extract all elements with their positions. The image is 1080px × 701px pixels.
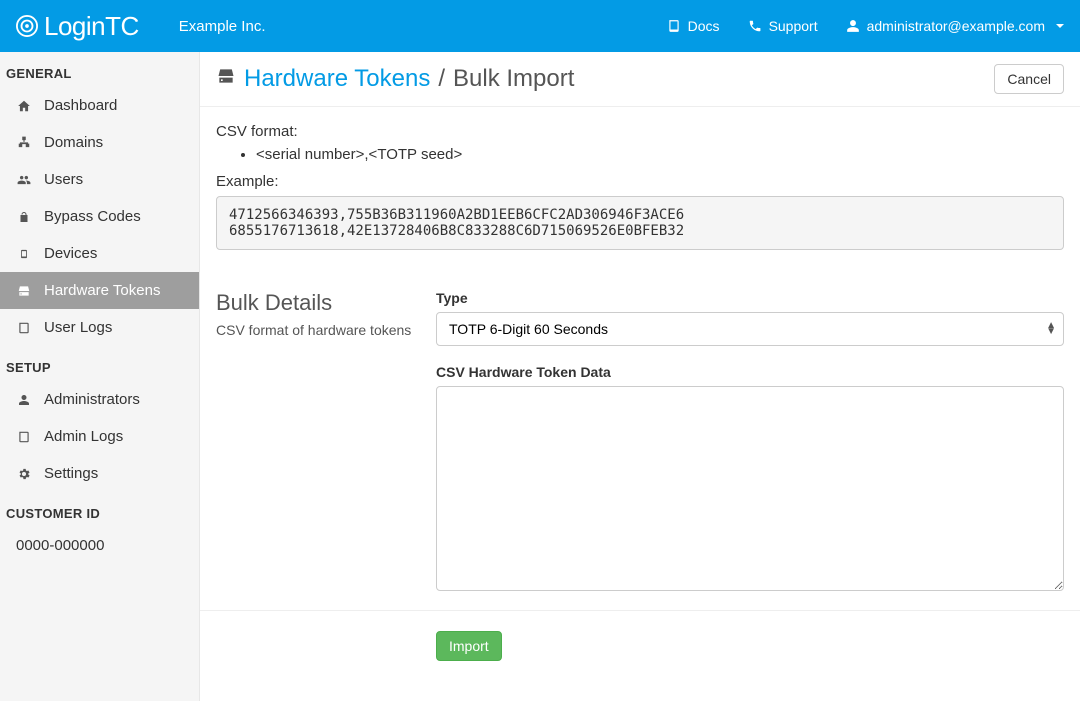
sidebar-item-admin-logs[interactable]: Admin Logs [0,418,199,455]
sidebar-item-label: Settings [44,465,98,482]
logo[interactable]: LoginTC [16,11,139,42]
book-icon [667,19,681,33]
sidebar-item-bypass-codes[interactable]: Bypass Codes [0,198,199,235]
book-icon [16,321,32,335]
brand-name: LoginTC [44,11,139,42]
nav-user-label: administrator@example.com [867,18,1045,34]
hdd-icon [16,284,32,298]
csv-data-textarea[interactable] [436,386,1064,591]
bulk-details-heading: Bulk Details [216,290,436,316]
type-label: Type [436,290,1064,306]
example-box: 4712566346393,755B36B311960A2BD1EEB6CFC2… [216,196,1064,250]
logo-icon [16,15,38,37]
sidebar-item-label: Hardware Tokens [44,282,160,299]
section-customer-title: CUSTOMER ID [0,492,199,527]
sidebar-item-label: Administrators [44,391,140,408]
sidebar-item-domains[interactable]: Domains [0,124,199,161]
sidebar-item-label: Bypass Codes [44,208,141,225]
bulk-details-subtext: CSV format of hardware tokens [216,322,436,338]
section-general-title: GENERAL [0,52,199,87]
sitemap-icon [16,136,32,150]
sidebar-item-label: Dashboard [44,97,117,114]
csv-data-label: CSV Hardware Token Data [436,364,1064,380]
user-icon [16,393,32,407]
gear-icon [16,467,32,481]
chevron-down-icon [1056,24,1064,28]
sidebar-item-label: User Logs [44,319,112,336]
user-icon [846,19,860,33]
sidebar-item-label: Domains [44,134,103,151]
book-icon [16,430,32,444]
nav-docs-label: Docs [688,18,720,34]
phone-icon [748,19,762,33]
sidebar-item-hardware-tokens[interactable]: Hardware Tokens [0,272,199,309]
sidebar-item-user-logs[interactable]: User Logs [0,309,199,346]
sidebar-item-label: Devices [44,245,97,262]
sidebar-item-label: Users [44,171,83,188]
breadcrumb-sep: / [438,65,445,93]
sidebar: GENERAL Dashboard Domains Users Bypass C… [0,52,200,701]
sidebar-item-dashboard[interactable]: Dashboard [0,87,199,124]
sidebar-item-devices[interactable]: Devices [0,235,199,272]
users-icon [16,173,32,187]
sidebar-item-users[interactable]: Users [0,161,199,198]
home-icon [16,99,32,113]
company-name[interactable]: Example Inc. [179,18,266,35]
breadcrumb-current: Bulk Import [453,65,574,93]
breadcrumb: Hardware Tokens / Bulk Import [216,65,574,93]
hdd-icon [216,65,236,93]
csv-format-item: <serial number>,<TOTP seed> [256,146,1064,163]
sidebar-item-label: Admin Logs [44,428,123,445]
sidebar-item-settings[interactable]: Settings [0,455,199,492]
section-setup-title: SETUP [0,346,199,381]
unlock-icon [16,210,32,224]
breadcrumb-link[interactable]: Hardware Tokens [244,65,430,93]
sidebar-item-administrators[interactable]: Administrators [0,381,199,418]
mobile-icon [16,247,32,261]
nav-user-menu[interactable]: administrator@example.com [846,18,1064,34]
csv-format-label: CSV format: [216,123,1064,140]
customer-id-value: 0000-000000 [0,527,199,564]
cancel-button[interactable]: Cancel [994,64,1064,94]
nav-docs[interactable]: Docs [667,18,720,34]
nav-support-label: Support [769,18,818,34]
import-button[interactable]: Import [436,631,502,661]
example-label: Example: [216,173,1064,190]
type-select[interactable]: TOTP 6-Digit 60 Seconds [436,312,1064,346]
nav-support[interactable]: Support [748,18,818,34]
